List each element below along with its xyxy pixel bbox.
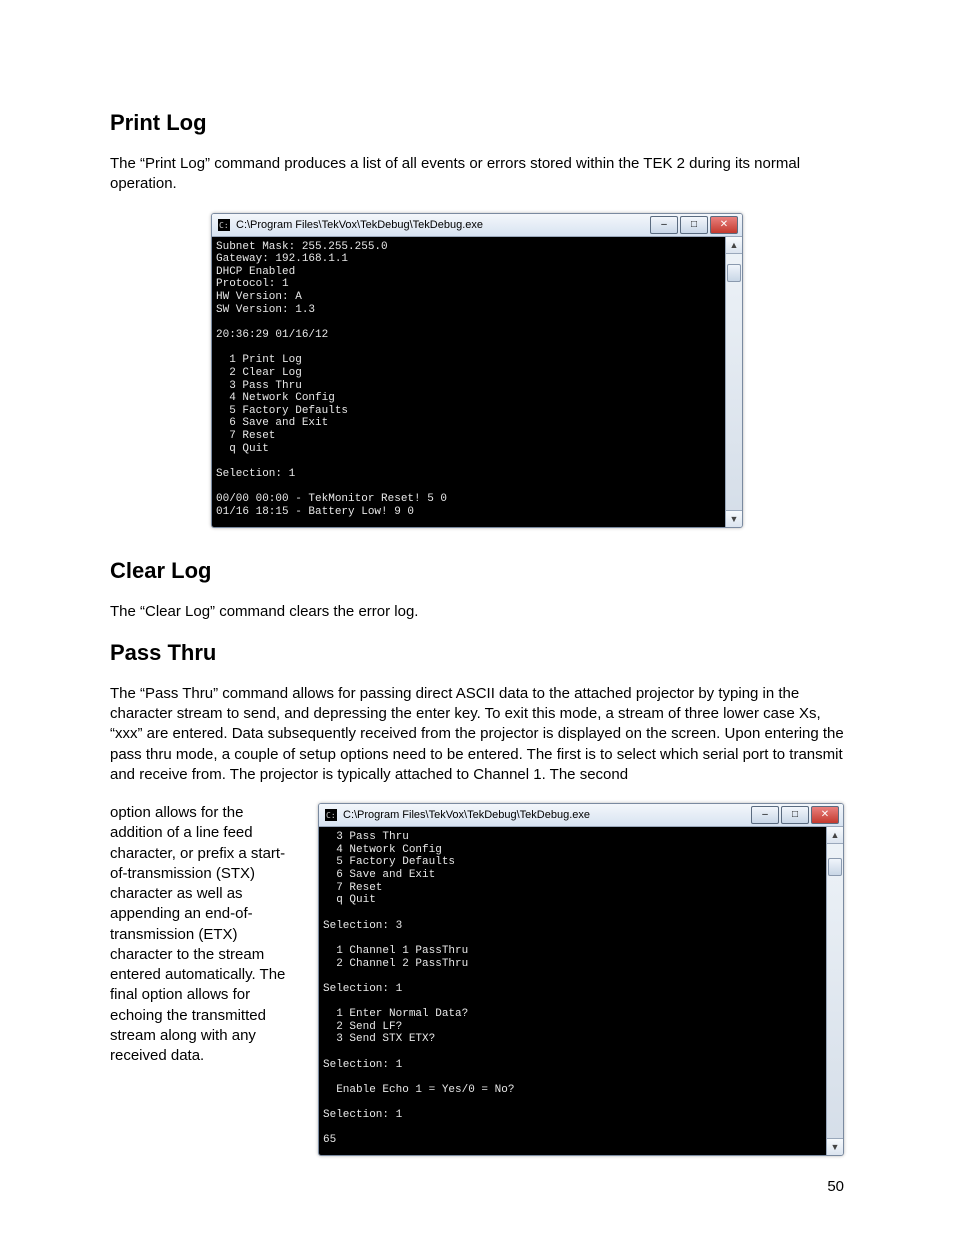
scroll-thumb[interactable]: [727, 264, 741, 282]
scroll-down-icon[interactable]: ▼: [726, 510, 742, 527]
heading-pass-thru: Pass Thru: [110, 640, 844, 666]
vertical-scrollbar[interactable]: ▲ ▼: [725, 237, 742, 527]
para-pass-thru-2: option allows for the addition of a line…: [110, 803, 300, 1066]
close-button[interactable]: ✕: [710, 216, 738, 234]
heading-print-log: Print Log: [110, 110, 844, 136]
close-button[interactable]: ✕: [811, 806, 839, 824]
svg-text:C:: C:: [219, 221, 229, 230]
cmd-prompt-icon: C:: [325, 809, 337, 821]
window-title: C:\Program Files\TekVox\TekDebug\TekDebu…: [343, 809, 590, 821]
cmd-window-pass-thru: C: C:\Program Files\TekVox\TekDebug\TekD…: [318, 803, 844, 1156]
heading-clear-log: Clear Log: [110, 558, 844, 584]
terminal-output: Subnet Mask: 255.255.255.0 Gateway: 192.…: [212, 237, 725, 527]
titlebar[interactable]: C: C:\Program Files\TekVox\TekDebug\TekD…: [212, 214, 742, 237]
window-title: C:\Program Files\TekVox\TekDebug\TekDebu…: [236, 219, 483, 231]
cmd-window-print-log: C: C:\Program Files\TekVox\TekDebug\TekD…: [211, 213, 743, 528]
page-number: 50: [827, 1178, 844, 1195]
minimize-button[interactable]: –: [650, 216, 678, 234]
maximize-button[interactable]: □: [680, 216, 708, 234]
maximize-button[interactable]: □: [781, 806, 809, 824]
para-clear-log: The “Clear Log” command clears the error…: [110, 602, 844, 622]
scroll-thumb[interactable]: [828, 858, 842, 876]
titlebar[interactable]: C: C:\Program Files\TekVox\TekDebug\TekD…: [319, 804, 843, 827]
para-print-log: The “Print Log” command produces a list …: [110, 154, 844, 195]
para-pass-thru-1: The “Pass Thru” command allows for passi…: [110, 684, 844, 785]
cmd-prompt-icon: C:: [218, 219, 230, 231]
minimize-button[interactable]: –: [751, 806, 779, 824]
terminal-output: 3 Pass Thru 4 Network Config 5 Factory D…: [319, 827, 826, 1155]
scroll-down-icon[interactable]: ▼: [827, 1138, 843, 1155]
scroll-up-icon[interactable]: ▲: [726, 237, 742, 254]
vertical-scrollbar[interactable]: ▲ ▼: [826, 827, 843, 1155]
svg-text:C:: C:: [326, 811, 336, 820]
scroll-up-icon[interactable]: ▲: [827, 827, 843, 844]
